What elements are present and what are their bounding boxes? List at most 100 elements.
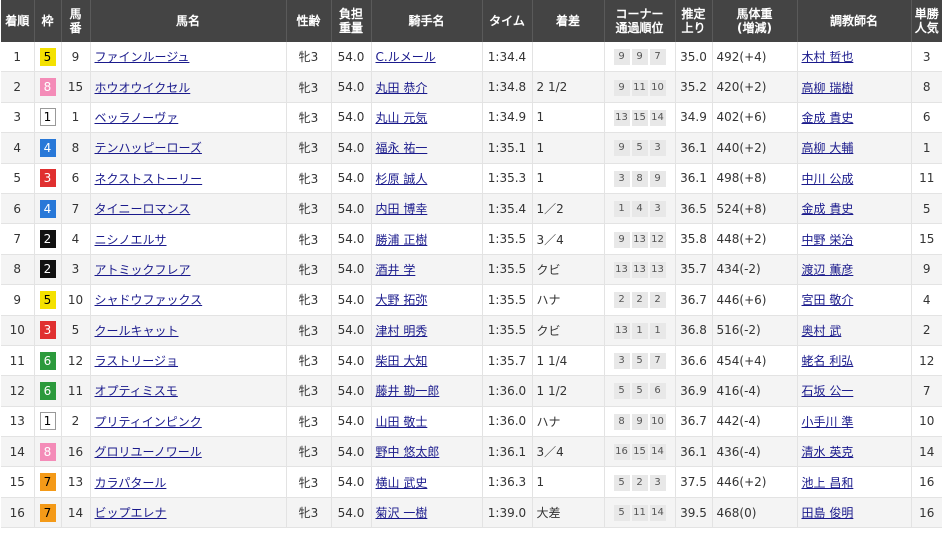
horse-name-link[interactable]: ホウオウイクセル bbox=[95, 81, 191, 95]
finish-time: 1:35.5 bbox=[482, 223, 533, 255]
trainer-link[interactable]: 高柳 瑞樹 bbox=[802, 81, 854, 95]
header-col-rank: 着順 bbox=[1, 0, 35, 42]
horse-name-link[interactable]: ネクストストーリー bbox=[95, 172, 203, 186]
jockey-link[interactable]: 藤井 勘一郎 bbox=[376, 384, 440, 398]
jockey-link[interactable]: 横山 武史 bbox=[376, 476, 428, 490]
trainer-link[interactable]: 奥村 武 bbox=[802, 324, 842, 338]
trainer-link[interactable]: 金成 貴史 bbox=[802, 202, 854, 216]
carried-weight: 54.0 bbox=[331, 193, 372, 225]
carried-weight: 54.0 bbox=[331, 102, 372, 134]
corner-position: 2 bbox=[631, 292, 648, 309]
margin bbox=[532, 42, 605, 73]
horse-name-link[interactable]: ビップエレナ bbox=[95, 506, 167, 520]
jockey-cell: 丸山 元気 bbox=[371, 102, 483, 134]
corner-positions: 143 bbox=[613, 201, 666, 218]
jockey-cell: C.ルメール bbox=[371, 42, 483, 73]
corner-position: 9 bbox=[613, 231, 630, 248]
corner-cell: 556 bbox=[604, 375, 676, 407]
horse-name-link[interactable]: グロリユーノワール bbox=[95, 445, 202, 459]
trainer-link[interactable]: 中野 栄治 bbox=[802, 233, 854, 247]
finish-time: 1:36.0 bbox=[482, 375, 533, 407]
jockey-link[interactable]: 内田 博幸 bbox=[376, 202, 428, 216]
jockey-link[interactable]: 杉原 誠人 bbox=[376, 172, 428, 186]
waku-cell: 1 bbox=[34, 406, 62, 438]
horse-name-link[interactable]: タイニーロマンス bbox=[95, 202, 191, 216]
trainer-link[interactable]: 渡辺 薫彦 bbox=[802, 263, 854, 277]
body-weight: 524(+8) bbox=[712, 193, 798, 225]
waku-badge: 3 bbox=[39, 169, 56, 188]
trainer-link[interactable]: 池上 昌和 bbox=[802, 476, 854, 490]
popularity: 10 bbox=[911, 406, 942, 438]
carried-weight: 54.0 bbox=[331, 42, 372, 73]
finish-position: 16 bbox=[1, 497, 35, 529]
jockey-cell: 野中 悠太郎 bbox=[371, 436, 483, 468]
trainer-link[interactable]: 中川 公成 bbox=[802, 172, 854, 186]
horse-name-link[interactable]: アトミックフレア bbox=[95, 263, 191, 277]
finish-time: 1:35.7 bbox=[482, 345, 533, 377]
trainer-link[interactable]: 田島 俊明 bbox=[802, 506, 854, 520]
corner-position: 9 bbox=[613, 49, 630, 66]
trainer-link[interactable]: 清水 英克 bbox=[802, 445, 854, 459]
jockey-link[interactable]: 柴田 大知 bbox=[376, 354, 428, 368]
jockey-link[interactable]: 津村 明秀 bbox=[376, 324, 428, 338]
sex-age: 牝3 bbox=[286, 466, 332, 498]
jockey-link[interactable]: 菊沢 一樹 bbox=[376, 506, 428, 520]
carried-weight: 54.0 bbox=[331, 132, 372, 164]
jockey-link[interactable]: 大野 拓弥 bbox=[376, 293, 428, 307]
waku-cell: 2 bbox=[34, 254, 62, 286]
last-3f: 35.7 bbox=[675, 254, 713, 286]
horse-name-link[interactable]: クールキャット bbox=[95, 324, 179, 338]
trainer-link[interactable]: 宮田 敬介 bbox=[802, 293, 854, 307]
jockey-link[interactable]: 丸山 元気 bbox=[376, 111, 428, 125]
carried-weight: 54.0 bbox=[331, 466, 372, 498]
body-weight: 498(+8) bbox=[712, 163, 798, 194]
waku-cell: 2 bbox=[34, 223, 62, 255]
horse-name-cell: ニシノエルサ bbox=[90, 223, 287, 255]
horse-name-link[interactable]: カラパタール bbox=[95, 476, 167, 490]
corner-position: 3 bbox=[649, 140, 666, 157]
horse-name-link[interactable]: オプティミスモ bbox=[95, 384, 178, 398]
horse-name-link[interactable]: テンハッピーローズ bbox=[95, 141, 202, 155]
horse-name-link[interactable]: シャドウファックス bbox=[95, 293, 203, 307]
horse-number: 16 bbox=[61, 436, 91, 468]
trainer-cell: 渡辺 薫彦 bbox=[797, 254, 912, 286]
jockey-link[interactable]: 丸田 恭介 bbox=[376, 81, 428, 95]
horse-name-link[interactable]: ファインルージュ bbox=[95, 50, 190, 64]
horse-name-link[interactable]: プリティインピンク bbox=[95, 415, 202, 429]
waku-cell: 5 bbox=[34, 284, 62, 316]
corner-positions: 13 1 1 bbox=[613, 322, 666, 339]
popularity: 9 bbox=[911, 254, 942, 286]
horse-name-link[interactable]: ニシノエルサ bbox=[95, 233, 167, 247]
waku-cell: 4 bbox=[34, 132, 62, 164]
margin: クビ bbox=[532, 254, 605, 286]
trainer-link[interactable]: 石坂 公一 bbox=[802, 384, 854, 398]
jockey-link[interactable]: 野中 悠太郎 bbox=[376, 445, 440, 459]
corner-positions: 523 bbox=[613, 474, 666, 491]
finish-position: 1 bbox=[1, 42, 35, 73]
trainer-cell: 金成 貴史 bbox=[797, 102, 912, 134]
corner-positions: 13 15 14 bbox=[613, 109, 666, 126]
corner-position: 2 bbox=[649, 292, 666, 309]
trainer-link[interactable]: 小手川 準 bbox=[802, 415, 854, 429]
last-3f: 36.5 bbox=[675, 193, 713, 225]
trainer-link[interactable]: 高柳 大輔 bbox=[802, 141, 854, 155]
corner-position: 3 bbox=[613, 170, 630, 187]
jockey-link[interactable]: 勝浦 正樹 bbox=[376, 233, 428, 247]
trainer-link[interactable]: 木村 哲也 bbox=[802, 50, 854, 64]
jockey-link[interactable]: 酒井 学 bbox=[376, 263, 416, 277]
horse-number: 10 bbox=[61, 284, 91, 316]
table-row: 3 1 1 ベッラノーヴァ 牝3 54.0 丸山 元気 1:34.9 1 13 15 14 34.9 40… bbox=[1, 102, 942, 134]
margin: 1 bbox=[532, 102, 605, 134]
jockey-link[interactable]: C.ルメール bbox=[376, 50, 436, 64]
carried-weight: 54.0 bbox=[331, 223, 372, 255]
trainer-link[interactable]: 金成 貴史 bbox=[802, 111, 854, 125]
horse-name-link[interactable]: ベッラノーヴァ bbox=[95, 111, 179, 125]
waku-cell: 6 bbox=[34, 345, 62, 377]
jockey-link[interactable]: 福永 祐一 bbox=[376, 141, 428, 155]
last-3f: 36.9 bbox=[675, 375, 713, 407]
horse-name-link[interactable]: ラストリージョ bbox=[95, 354, 179, 368]
jockey-link[interactable]: 山田 敬士 bbox=[376, 415, 428, 429]
corner-position: 6 bbox=[649, 383, 666, 400]
trainer-link[interactable]: 蛯名 利弘 bbox=[802, 354, 854, 368]
waku-badge: 4 bbox=[39, 138, 56, 157]
